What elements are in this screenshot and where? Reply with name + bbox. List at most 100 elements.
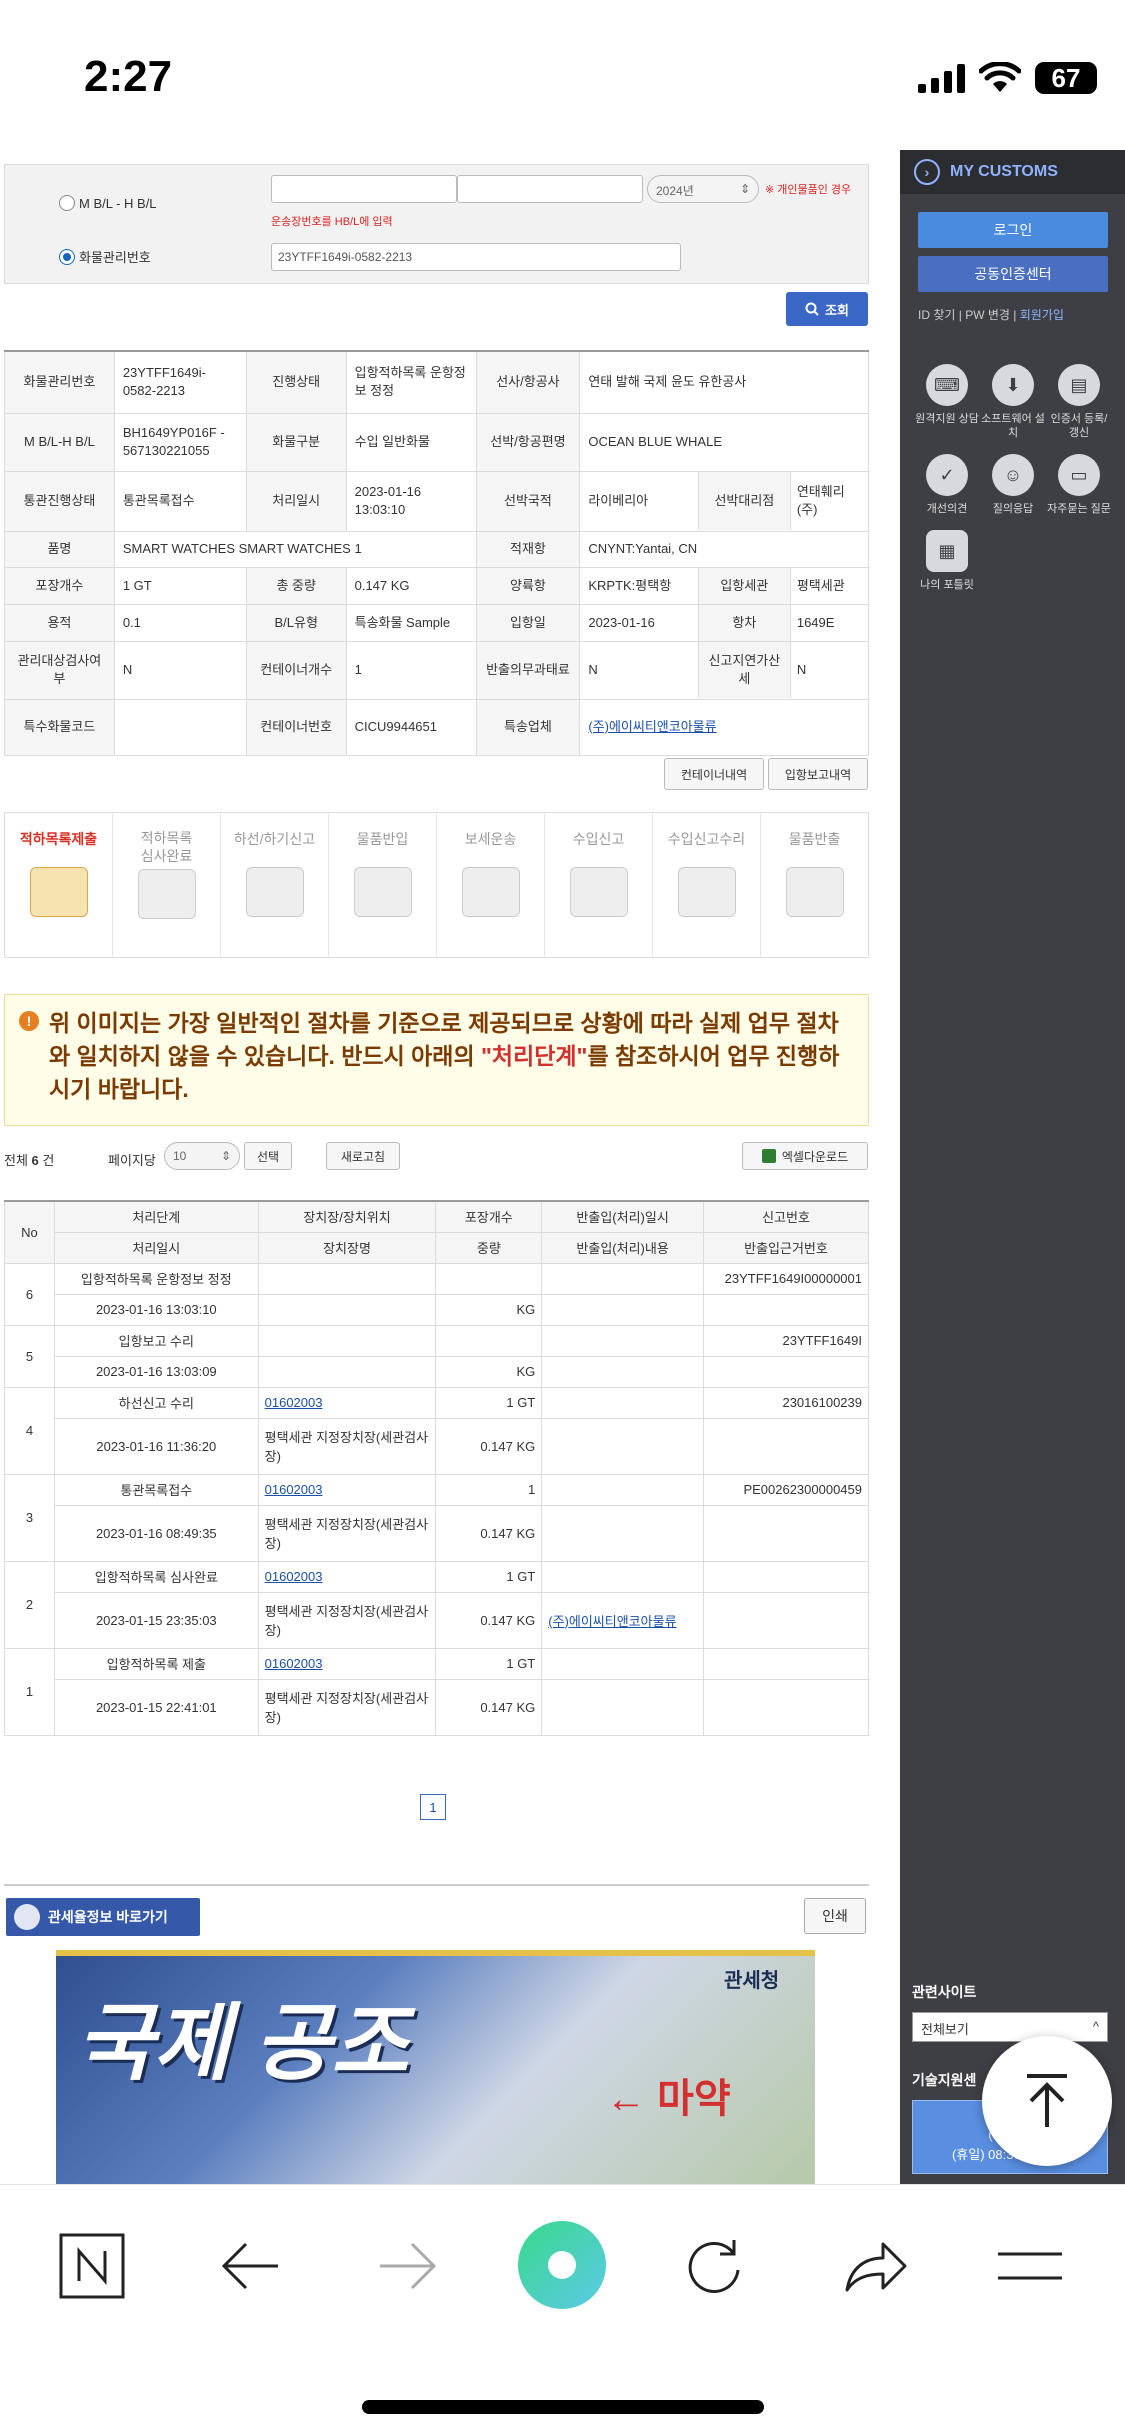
row-io-content[interactable] xyxy=(541,1355,704,1388)
row-no: 1 xyxy=(4,1647,55,1736)
back-button[interactable] xyxy=(210,2221,290,2311)
reload-button[interactable] xyxy=(676,2221,756,2311)
radio-cargo-no-dot[interactable] xyxy=(59,248,75,265)
info-label: 선박/항공편명 xyxy=(475,412,581,472)
info-value: 0.1 xyxy=(113,603,247,642)
radio-mbl-hbl-dot[interactable] xyxy=(59,195,75,211)
table-row: 2023-01-16 11:36:20 평택세관 지정장치장(세관검사장) 0.14… xyxy=(5,1417,870,1475)
home-indicator xyxy=(362,2400,764,2414)
row-report-no xyxy=(702,1560,870,1593)
info-row: M B/L-H B/L BH1649YP016F - 567130221055 화… xyxy=(4,412,869,472)
scroll-to-top-button[interactable] xyxy=(982,2036,1112,2166)
signup-link[interactable]: 회원가입 xyxy=(1020,308,1064,322)
green-dot-button[interactable] xyxy=(512,2215,612,2315)
cargo-no-input[interactable]: 23YTFF1649i-0582-2213 xyxy=(271,243,681,271)
sidebar-item-qna[interactable]: ☺ 질의응답 xyxy=(980,454,1046,516)
step-item[interactable]: 적하목록 심사완료 xyxy=(113,813,221,957)
col-step: 처리단계 xyxy=(53,1200,259,1233)
step-label: 적하목록 심사완료 xyxy=(140,830,193,864)
sidebar-header[interactable]: › MY CUSTOMS xyxy=(900,150,1125,194)
page-number-1[interactable]: 1 xyxy=(420,1794,446,1820)
search-button[interactable]: 조회 xyxy=(786,292,868,326)
radio-mbl-hbl[interactable]: M B/L - H B/L xyxy=(59,195,157,211)
info-value: 라이베리아 xyxy=(588,493,649,508)
refresh-button[interactable]: 새로고침 xyxy=(326,1142,400,1170)
share-button[interactable] xyxy=(836,2221,916,2311)
sidebar-item-remote[interactable]: ⌨ 원격지원 상담 xyxy=(914,364,980,440)
cargo-info-table: 화물관리번호 23YTFF1649i-0582-2213 진행상태 입항적하목록 운… xyxy=(4,350,869,756)
radio-mbl-hbl-label: M B/L - H B/L xyxy=(79,195,157,211)
table-row: 2023-01-16 13:03:10 KG xyxy=(5,1293,870,1326)
info-value: N xyxy=(796,662,807,677)
find-id-link[interactable]: ID 찾기 xyxy=(918,308,955,322)
main-area: M B/L - H B/L 화물관리번호 2024년 ⇕ ※ 개인물품인 경우 운… xyxy=(0,150,900,2184)
menu-button[interactable] xyxy=(990,2221,1070,2311)
info-split-cell: 라이베리아 선박대리점 연태훼리(주) xyxy=(579,470,869,532)
row-io-content[interactable] xyxy=(541,1504,704,1562)
courier-link[interactable]: (주)에이씨티앤코아물류 xyxy=(579,698,869,756)
row-datetime: 2023-01-16 13:03:10 xyxy=(53,1293,259,1326)
step-item[interactable]: 물품반입 xyxy=(329,813,437,957)
info-value: OCEAN BLUE WHALE xyxy=(579,412,869,472)
row-location-code[interactable]: 01602003 xyxy=(257,1473,437,1506)
row-no: 3 xyxy=(4,1473,55,1562)
promo-banner[interactable]: 국제 공조 ← 마약 관세청 xyxy=(56,1950,815,2184)
row-location-code[interactable] xyxy=(257,1324,437,1357)
row-io-content[interactable] xyxy=(541,1678,704,1736)
sidebar-item-portlet[interactable]: ▦ 나의 포틀릿 xyxy=(914,530,980,592)
step-item[interactable]: 물품반출 xyxy=(761,813,868,957)
row-location-code[interactable]: 01602003 xyxy=(257,1560,437,1593)
select-button[interactable]: 선택 xyxy=(244,1142,292,1170)
step-item[interactable]: 수입신고 xyxy=(545,813,653,957)
col-location: 장치장/장치위치 xyxy=(257,1200,437,1233)
radio-cargo-no-label: 화물관리번호 xyxy=(79,250,151,265)
row-weight: 0.147 KG xyxy=(435,1504,543,1562)
chevron-up-icon: ^ xyxy=(1092,2019,1099,2034)
row-location-code[interactable]: 01602003 xyxy=(257,1386,437,1419)
row-io-content[interactable] xyxy=(541,1417,704,1475)
hbl-input[interactable] xyxy=(457,175,643,203)
print-button[interactable]: 인쇄 xyxy=(804,1898,866,1934)
per-page-select[interactable]: 10 ⇕ xyxy=(164,1142,240,1170)
sidebar-item-software[interactable]: ⬇ 소프트웨어 설치 xyxy=(980,364,1046,440)
step-label: 적하목록제출 xyxy=(19,831,98,847)
sidebar-item-feedback[interactable]: ✓ 개선의견 xyxy=(914,454,980,516)
row-location-code[interactable]: 01602003 xyxy=(257,1647,437,1680)
person-icon: ☺ xyxy=(992,454,1034,496)
entry-report-button[interactable]: 입항보고내역 xyxy=(768,758,868,790)
chat-icon: ▭ xyxy=(1058,454,1100,496)
step-item[interactable]: 하선/하기신고 xyxy=(221,813,329,957)
sidebar-item-faq[interactable]: ▭ 자주묻는 질문 xyxy=(1046,454,1112,516)
row-io-content[interactable] xyxy=(541,1293,704,1326)
forward-button[interactable] xyxy=(368,2221,448,2311)
excel-download-button[interactable]: 엑셀다운로드 xyxy=(742,1142,868,1170)
radio-cargo-no[interactable]: 화물관리번호 xyxy=(59,247,151,266)
step-item[interactable]: 보세운송 xyxy=(437,813,545,957)
step-label: 수입신고수리 xyxy=(667,831,746,847)
tariff-info-button[interactable]: 관세율정보 바로가기 xyxy=(6,1898,200,1936)
step-item[interactable]: 적하목록제출 xyxy=(5,813,113,957)
step-item[interactable]: 수입신고수리 xyxy=(653,813,761,957)
info-value: BH1649YP016F - 567130221055 xyxy=(113,412,247,472)
cert-center-button[interactable]: 공동인증센터 xyxy=(918,256,1108,292)
info-label: 컨테이너개수 xyxy=(245,640,347,700)
related-sites-select[interactable]: 전체보기 ^ xyxy=(912,2012,1108,2042)
row-report-no: PE00262300000459 xyxy=(702,1473,870,1506)
col-no: No xyxy=(4,1200,55,1264)
row-io-content[interactable]: (주)에이씨티앤코아물류 xyxy=(541,1591,704,1649)
info-label: 선박국적 xyxy=(475,470,581,532)
row-location-code[interactable] xyxy=(257,1262,437,1295)
year-select-value: 2024년 xyxy=(656,184,694,198)
row-basis-no xyxy=(702,1678,870,1736)
my-customs-sidebar: › MY CUSTOMS 로그인 공동인증센터 ID 찾기 | PW 변경 | 회… xyxy=(900,150,1125,2184)
sidebar-item-cert[interactable]: ▤ 인증서 등록/갱신 xyxy=(1046,364,1112,440)
container-history-button[interactable]: 컨테이너내역 xyxy=(664,758,764,790)
mbl-input[interactable] xyxy=(271,175,457,203)
info-label: 품명 xyxy=(4,530,115,568)
login-button[interactable]: 로그인 xyxy=(918,212,1108,248)
change-pw-link[interactable]: PW 변경 xyxy=(965,308,1010,322)
year-select[interactable]: 2024년 ⇕ xyxy=(647,175,759,203)
info-split-table: N 신고지연가산세 N xyxy=(580,642,868,698)
naver-home-button[interactable] xyxy=(52,2221,132,2311)
row-location-name: 평택세관 지정장치장(세관검사장) xyxy=(257,1678,437,1736)
